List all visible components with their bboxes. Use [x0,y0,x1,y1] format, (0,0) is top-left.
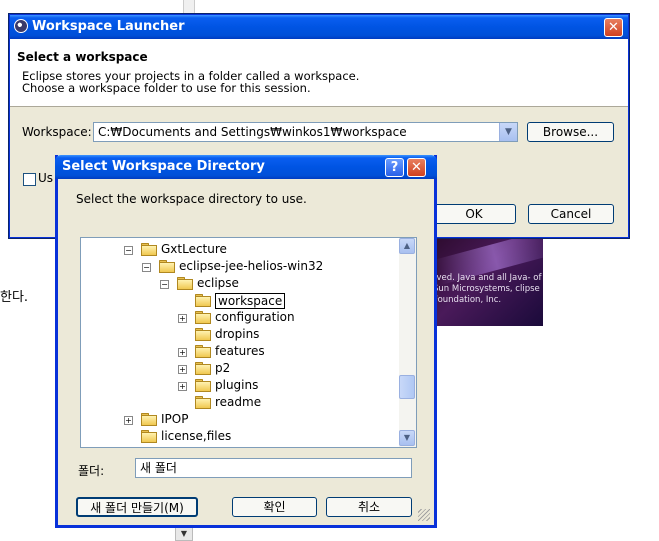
folder-icon-body [177,279,193,290]
new-folder-button-label: 새 폴더 만들기(M) [90,501,184,515]
expand-plus-icon[interactable]: + [178,382,187,391]
tree-item[interactable]: − eclipse-jee-helios-win32 [81,258,396,275]
splash-copyright-text: rved. Java and all Java- of Sun Microsys… [433,273,542,305]
tree-item-label: plugins [215,378,259,392]
tree-item[interactable]: readme [81,394,396,411]
tree-item-label: license,files [161,429,232,443]
tree-item[interactable]: license,files [81,428,396,445]
tree-item-label: configuration [215,310,295,324]
expand-plus-icon[interactable]: + [178,365,187,374]
tree-item-label: eclipse [197,276,239,290]
folder-icon-body [195,364,211,375]
workspace-combo[interactable]: C:₩Documents and Settings₩winkos1₩worksp… [93,122,518,142]
expand-plus-icon[interactable]: + [178,314,187,323]
launcher-heading: Select a workspace [17,50,148,64]
directory-tree[interactable]: − GxtLecture − eclipse-jee-helios-win32 − ecl… [80,237,417,448]
workspace-label: Workspace: [22,125,92,139]
folder-icon [141,243,157,256]
tree-item[interactable]: + features [81,343,396,360]
tree-item[interactable]: workspace [81,292,396,309]
folder-icon [195,379,211,392]
folder-icon-body [195,347,211,358]
launcher-description-line2: Choose a workspace folder to use for thi… [22,81,311,95]
launcher-title: Workspace Launcher [32,19,185,34]
dialog-close-button[interactable]: ✕ [407,158,426,177]
folder-icon [159,260,175,273]
folder-icon [195,294,211,307]
new-folder-button[interactable]: 새 폴더 만들기(M) [76,497,198,517]
dialog-cancel-button[interactable]: 취소 [326,497,412,517]
folder-name-input[interactable]: 새 폴더 [135,458,412,478]
scroll-thumb[interactable] [399,375,415,399]
launcher-ok-button[interactable]: OK [432,204,516,224]
tree-item-label: features [215,344,265,358]
browse-button[interactable]: Browse... [527,122,614,142]
dialog-titlebar: Select Workspace Directory ? ✕ [55,155,437,179]
launcher-close-button[interactable]: ✕ [604,18,623,37]
collapse-minus-icon[interactable]: − [124,246,133,255]
folder-icon [195,345,211,358]
workspace-combo-value: C:₩Documents and Settings₩winkos1₩worksp… [98,125,407,139]
folder-icon [141,430,157,443]
tree-item[interactable]: + IPOP [81,411,396,428]
collapse-minus-icon[interactable]: − [160,280,169,289]
folder-label: 폴더: [78,464,105,478]
tree-item-label-selected: workspace [215,293,286,309]
tree-item-label: GxtLecture [161,242,227,256]
folder-icon [195,328,211,341]
dialog-help-button[interactable]: ? [385,158,404,177]
tree-item[interactable]: + plugins [81,377,396,394]
tree-item[interactable]: − GxtLecture [81,241,396,258]
scroll-up-arrow-icon[interactable]: ▲ [399,238,415,254]
resize-grip-icon[interactable] [418,509,430,521]
default-workspace-checkbox[interactable] [23,173,36,186]
launcher-cancel-button[interactable]: Cancel [528,204,614,224]
tree-item-label: dropins [215,327,260,341]
tree-item[interactable]: − eclipse [81,275,396,292]
dialog-instruction: Select the workspace directory to use. [76,192,307,206]
folder-icon [141,413,157,426]
tree-item-label: p2 [215,361,231,375]
tree-item[interactable]: + p2 [81,360,396,377]
folder-icon-body [141,245,157,256]
scroll-down-arrow-icon[interactable]: ▼ [399,430,415,446]
tree-item[interactable]: + configuration [81,309,396,326]
tree-vertical-scrollbar[interactable]: ▲ ▼ [399,238,416,447]
confirm-button[interactable]: 확인 [232,497,317,517]
tree-item-label: readme [215,395,262,409]
folder-icon [177,277,193,290]
folder-icon [195,311,211,324]
folder-icon-body [195,296,211,307]
collapse-minus-icon[interactable]: − [142,263,151,272]
default-workspace-checkbox-label: Us [38,171,54,185]
folder-icon-body [159,262,175,273]
folder-icon-body [195,330,211,341]
launcher-titlebar: Workspace Launcher ✕ [10,15,628,39]
folder-icon-body [141,415,157,426]
dialog-title: Select Workspace Directory [62,159,265,174]
select-workspace-directory-dialog: Select Workspace Directory ? ✕ Select th… [55,155,437,528]
folder-icon-body [195,398,211,409]
folder-icon-body [195,381,211,392]
tree-item-label: eclipse-jee-helios-win32 [179,259,324,273]
folder-icon-body [141,432,157,443]
tree-item[interactable]: dropins [81,326,396,343]
eclipse-icon [14,19,28,33]
launcher-header-panel: Select a workspace Eclipse stores your p… [10,39,628,107]
background-korean-text: 한다. [0,290,29,305]
folder-icon-body [195,313,211,324]
combo-dropdown-arrow-icon[interactable]: ▼ [499,123,517,141]
tree-item-label: IPOP [161,412,189,426]
folder-icon [195,396,211,409]
expand-plus-icon[interactable]: + [178,348,187,357]
eclipse-splash-image: rved. Java and all Java- of Sun Microsys… [425,238,543,326]
folder-icon [195,362,211,375]
expand-plus-icon[interactable]: + [124,416,133,425]
